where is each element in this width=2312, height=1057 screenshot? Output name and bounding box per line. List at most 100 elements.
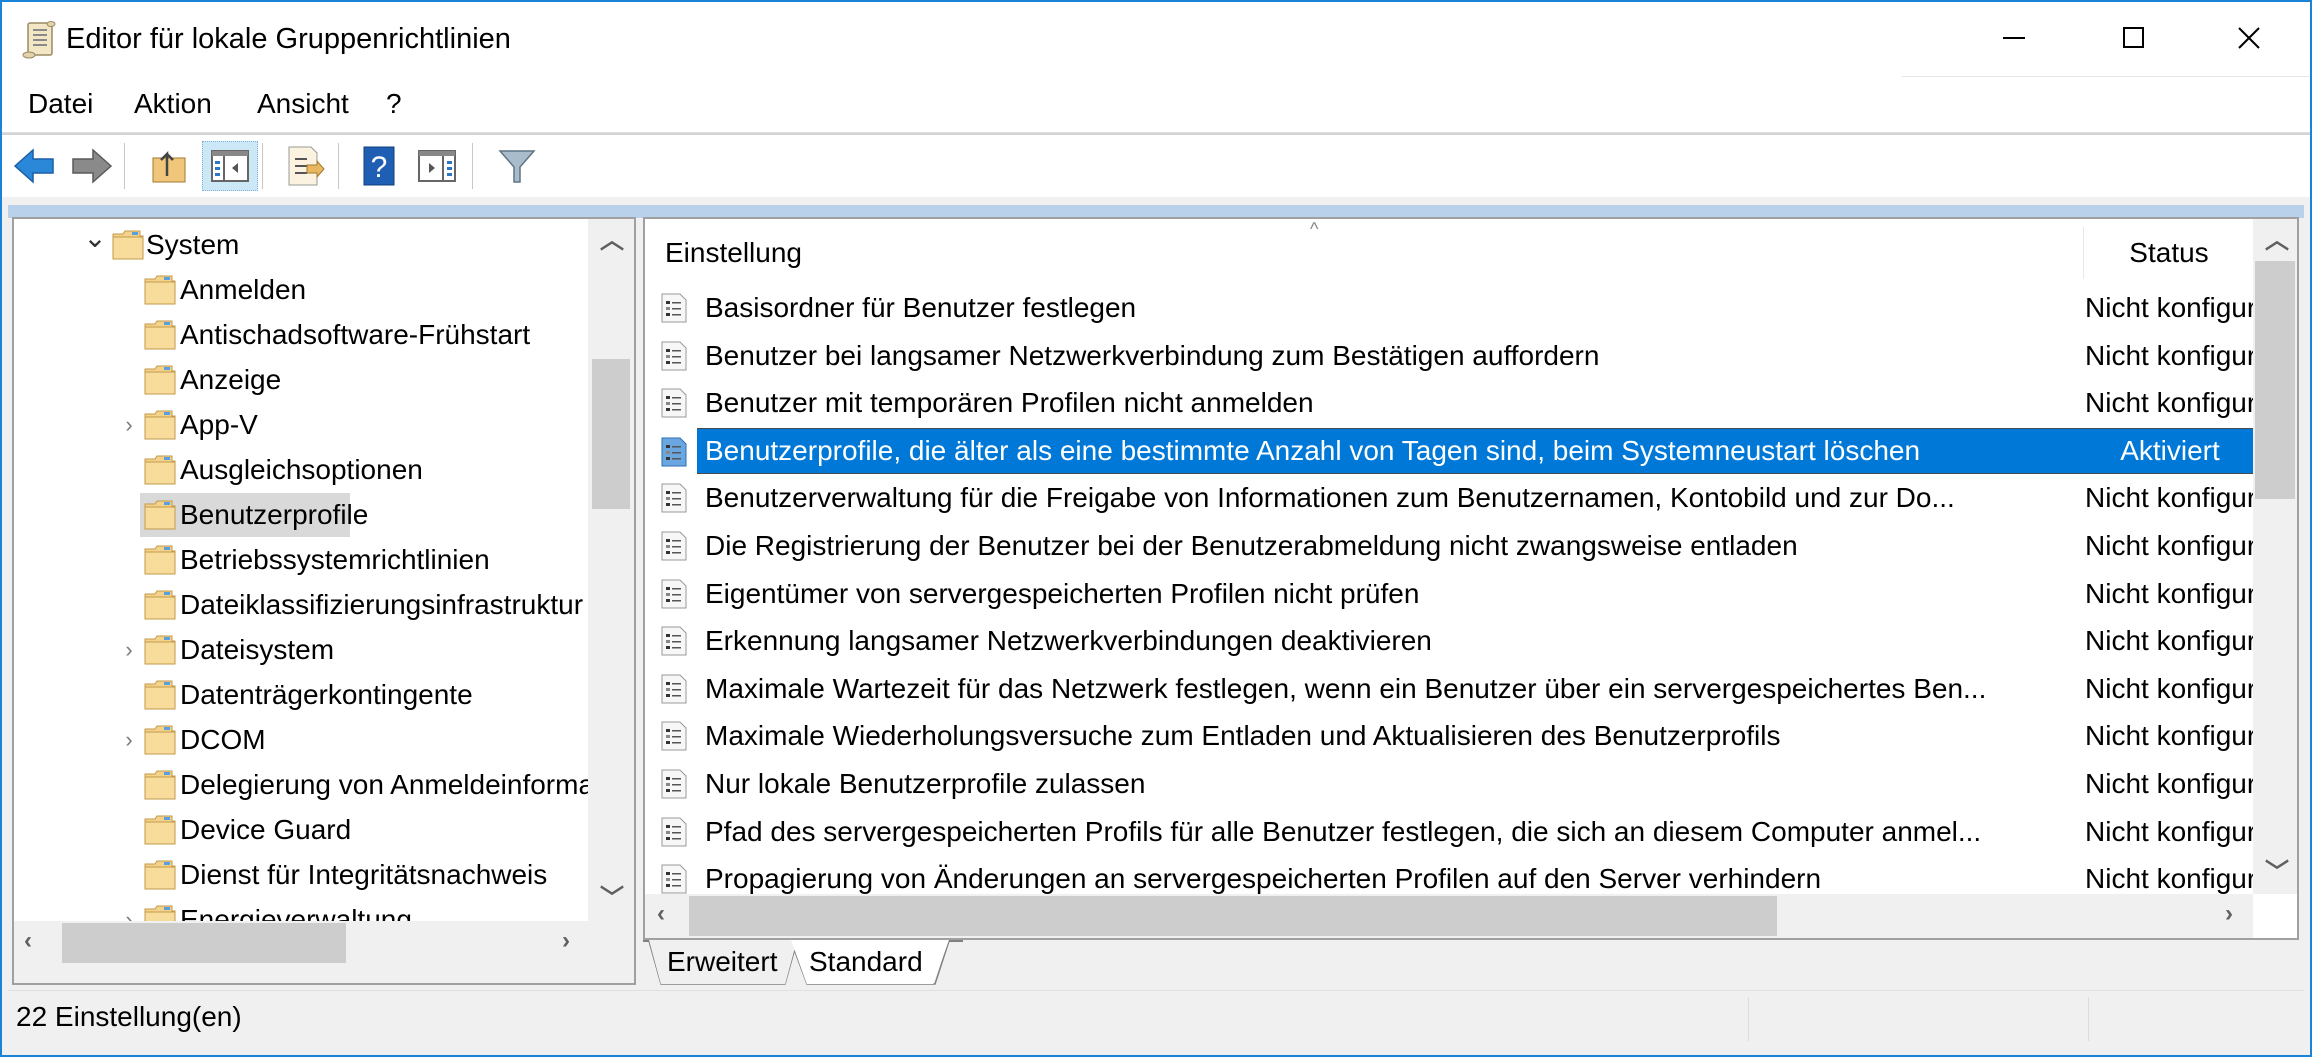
up-one-level-button[interactable] — [144, 141, 194, 191]
tree-vertical-scroll-thumb[interactable] — [592, 359, 630, 509]
list-row[interactable]: Eigentümer von servergespeicherten Profi… — [645, 571, 2295, 617]
list-vertical-scroll-thumb[interactable] — [2255, 261, 2295, 499]
column-header-status[interactable]: Status — [2083, 237, 2255, 269]
scroll-left-icon[interactable]: ‹ — [657, 902, 665, 926]
maximize-icon — [2123, 27, 2144, 48]
tree-horizontal-scroll-thumb[interactable] — [62, 923, 346, 963]
tab-standard[interactable]: Standard — [791, 940, 949, 984]
export-list-button[interactable] — [280, 141, 330, 191]
scroll-down-icon[interactable]: ﹀ — [2265, 861, 2289, 885]
tree-item-label: Dienst für Integritätsnachweis — [180, 859, 548, 890]
list-row[interactable]: Benutzer mit temporären Profilen nicht a… — [645, 380, 2295, 426]
close-button[interactable] — [2190, 0, 2308, 76]
policy-setting-icon — [661, 437, 687, 467]
toolbar-separator — [472, 143, 473, 189]
scroll-right-icon[interactable]: › — [562, 929, 570, 953]
list-row[interactable]: Maximale Wartezeit für das Netzwerk fest… — [645, 666, 2295, 712]
list-row[interactable]: Basisordner für Benutzer festlegen Nicht … — [645, 285, 2295, 331]
tree-item[interactable]: Antischadsoftware-Frühstart — [14, 313, 588, 357]
list-row[interactable]: Benutzer bei langsamer Netzwerkverbindun… — [645, 333, 2295, 379]
tree-item[interactable]: Anmelden — [14, 268, 588, 312]
tree-item[interactable]: › Dateisystem — [14, 628, 588, 672]
back-button[interactable] — [10, 141, 60, 191]
list-horizontal-scrollbar[interactable]: ‹ › — [645, 894, 2253, 938]
tree-item[interactable]: Device Guard — [14, 808, 588, 852]
policy-setting-icon — [661, 626, 687, 656]
export-list-icon — [288, 146, 325, 186]
folder-icon — [144, 860, 176, 890]
scroll-left-icon[interactable]: ‹ — [24, 929, 32, 953]
sort-ascending-indicator: ^ — [1310, 219, 1319, 239]
list-horizontal-scroll-thumb[interactable] — [689, 896, 1777, 936]
policy-setting-icon — [661, 483, 687, 513]
policy-setting-icon — [661, 531, 687, 561]
setting-name: Maximale Wartezeit für das Netzwerk fest… — [705, 673, 1987, 704]
tree-item[interactable]: › App-V — [14, 403, 588, 447]
setting-status: Nicht konfiguriert — [2085, 720, 2296, 751]
tree-item[interactable]: Anzeige — [14, 358, 588, 402]
help-button[interactable]: ? — [354, 141, 404, 191]
action-pane-button[interactable] — [412, 141, 462, 191]
setting-status: Aktiviert — [2120, 435, 2220, 466]
menu-help[interactable]: ? — [382, 86, 406, 122]
list-row[interactable]: Pfad des servergespeicherten Profils für… — [645, 809, 2295, 855]
tree-item[interactable]: Delegierung von Anmeldeinformationen — [14, 763, 634, 807]
scroll-down-icon[interactable]: ﹀ — [600, 887, 624, 911]
menu-ansicht[interactable]: Ansicht — [253, 86, 353, 122]
tab-erweitert[interactable]: Erweitert — [649, 940, 797, 984]
tree-item[interactable]: Ausgleichsoptionen — [14, 448, 588, 492]
status-divider — [1748, 997, 1749, 1041]
list-row[interactable]: Benutzerprofile, die älter als eine best… — [661, 428, 2253, 474]
menu-separator — [1902, 76, 2312, 77]
scroll-right-icon[interactable]: › — [2225, 902, 2233, 926]
list-vertical-scrollbar[interactable]: ︿ ﹀ — [2253, 219, 2297, 894]
minimize-button[interactable] — [1955, 0, 2073, 76]
menu-aktion[interactable]: Aktion — [130, 86, 216, 122]
maximize-button[interactable] — [2075, 0, 2193, 76]
folder-icon — [144, 680, 176, 710]
list-header: ^ Einstellung Status — [645, 219, 2255, 279]
tree-item[interactable]: Dienst für Integritätsnachweis — [14, 853, 588, 897]
tree-item[interactable]: Benutzerprofile — [14, 493, 588, 537]
close-icon — [2238, 27, 2260, 49]
scroll-up-icon[interactable]: ︿ — [2265, 229, 2289, 253]
folder-icon — [144, 815, 176, 845]
forward-button[interactable] — [66, 141, 116, 191]
menu-datei[interactable]: Datei — [24, 86, 97, 122]
list-row[interactable]: Nur lokale Benutzerprofile zulassen Nicht… — [645, 761, 2295, 807]
chevron-right-icon[interactable]: › — [114, 412, 144, 438]
list-row[interactable]: Maximale Wiederholungsversuche zum Entla… — [645, 713, 2296, 759]
setting-name: Basisordner für Benutzer festlegen — [705, 292, 1137, 323]
folder-icon — [144, 545, 176, 575]
tree-vertical-scrollbar[interactable]: ︿ ﹀ — [588, 219, 634, 921]
tree-horizontal-scrollbar[interactable]: ‹ › — [14, 921, 588, 983]
list-row[interactable]: Benutzerverwaltung für die Freigabe von … — [645, 475, 2295, 521]
policy-setting-icon — [661, 769, 687, 799]
tree-item-label: Delegierung von Anmeldeinformationen — [180, 769, 636, 800]
filter-button[interactable] — [492, 141, 542, 191]
tree-item[interactable]: Datenträgerkontingente — [14, 673, 588, 717]
chevron-down-icon[interactable]: ⌄ — [80, 221, 110, 254]
policy-setting-icon — [661, 817, 687, 847]
column-header-setting[interactable]: Einstellung — [665, 237, 802, 269]
toolbar: ? — [0, 133, 2312, 199]
folder-icon — [144, 590, 176, 620]
setting-name: Erkennung langsamer Netzwerkverbindungen… — [705, 625, 1432, 656]
list-row[interactable]: Die Registrierung der Benutzer bei der B… — [645, 523, 2296, 569]
svg-text:?: ? — [371, 151, 388, 184]
tree-item[interactable]: › DCOM — [14, 718, 588, 762]
tree-item[interactable]: Dateiklassifizierungsinfrastruktur — [14, 583, 588, 627]
policy-setting-icon — [661, 721, 687, 751]
chevron-right-icon[interactable]: › — [114, 637, 144, 663]
console-tree-button[interactable] — [202, 141, 258, 191]
scroll-up-icon[interactable]: ︿ — [600, 229, 624, 253]
filter-icon — [498, 150, 536, 183]
chevron-right-icon[interactable]: › — [114, 727, 144, 753]
help-icon: ? — [363, 146, 395, 186]
tree-item[interactable]: ⌄ System — [14, 221, 588, 267]
setting-status: Nicht konfiguriert — [2085, 530, 2296, 561]
group-policy-scroll-icon — [20, 20, 60, 60]
list-row[interactable]: Erkennung langsamer Netzwerkverbindungen… — [645, 618, 2295, 664]
tab-erweitert-label: Erweitert — [667, 946, 778, 977]
tree-item[interactable]: Betriebssystemrichtlinien — [14, 538, 588, 582]
